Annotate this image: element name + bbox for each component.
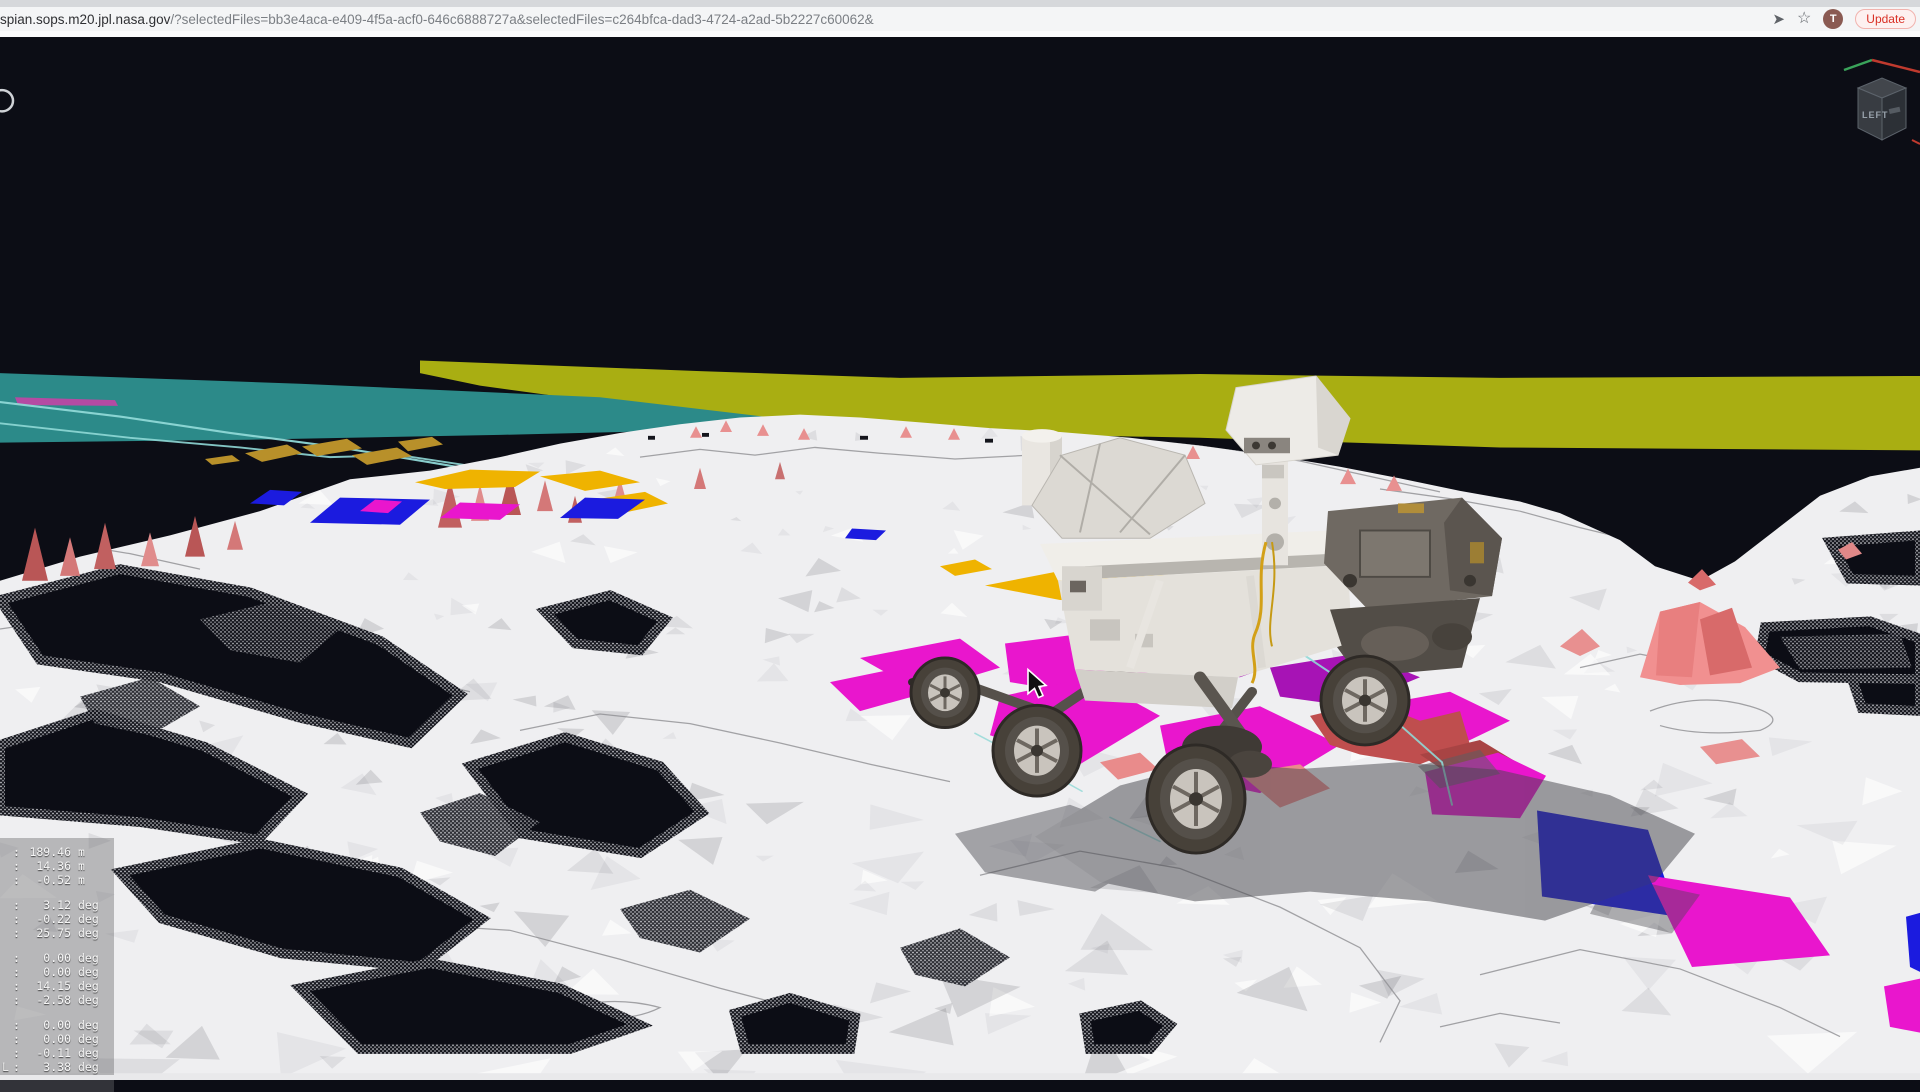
- telemetry-row: :25.75deg: [2, 926, 108, 940]
- update-button[interactable]: Update: [1855, 9, 1916, 29]
- browser-window: spian.sops.m20.jpl.nasa.gov/?selectedFil…: [0, 0, 1920, 1080]
- profile-avatar[interactable]: T: [1823, 9, 1843, 29]
- bookmark-star-icon[interactable]: ☆: [1797, 11, 1811, 27]
- telemetry-row: L:3.38deg: [2, 1060, 108, 1074]
- telemetry-group: :0.00deg:0.00deg:-0.11degL:3.38deg: [2, 1018, 108, 1074]
- telemetry-group: :189.46m:14.36m:-0.52m: [2, 845, 108, 887]
- mars-terrain-scene: [0, 37, 1920, 1080]
- telemetry-overlay: :189.46m:14.36m:-0.52m :3.12deg:-0.22deg:…: [0, 838, 114, 1092]
- telemetry-group: :3.12deg:-0.22deg:25.75deg: [2, 898, 108, 940]
- telemetry-row: :14.36m: [2, 859, 108, 873]
- url-domain: spian.sops.m20.jpl.nasa.gov: [0, 12, 170, 27]
- telemetry-row: :0.00deg: [2, 951, 108, 965]
- telemetry-row: :0.00deg: [2, 1018, 108, 1032]
- browser-chrome-strip: [0, 0, 1920, 7]
- telemetry-group: :0.00deg:0.00deg:14.15deg:-2.58deg: [2, 951, 108, 1007]
- telemetry-row: :189.46m: [2, 845, 108, 859]
- axis-green: [1844, 60, 1872, 70]
- browser-address-bar: spian.sops.m20.jpl.nasa.gov/?selectedFil…: [0, 7, 1920, 32]
- axis-red: [1872, 60, 1920, 72]
- telemetry-row: :-0.22deg: [2, 912, 108, 926]
- url-text[interactable]: spian.sops.m20.jpl.nasa.gov/?selectedFil…: [0, 11, 1772, 27]
- viewcube-widget[interactable]: LEFT: [1842, 48, 1920, 152]
- axis-red-tick: [1912, 140, 1920, 144]
- telemetry-row: :-0.52m: [2, 873, 108, 887]
- url-query: /?selectedFiles=bb3e4aca-e409-4f5a-acf0-…: [170, 12, 873, 27]
- share-icon[interactable]: ➤: [1772, 12, 1785, 27]
- viewcube-face-label: LEFT: [1862, 110, 1889, 120]
- telemetry-row: :14.15deg: [2, 979, 108, 993]
- 3d-viewport[interactable]: LEFT :189.46m:14.36m:-0.52m :3.12deg:-0.2…: [0, 37, 1920, 1080]
- telemetry-row: :0.00deg: [2, 1032, 108, 1046]
- address-bar-actions: ➤ ☆ T Update: [1772, 9, 1920, 29]
- telemetry-row: :-2.58deg: [2, 993, 108, 1007]
- telemetry-row: :-0.11deg: [2, 1046, 108, 1060]
- telemetry-row: :3.12deg: [2, 898, 108, 912]
- telemetry-row: :0.00deg: [2, 965, 108, 979]
- viewport-bottom-strip: [0, 1075, 1920, 1080]
